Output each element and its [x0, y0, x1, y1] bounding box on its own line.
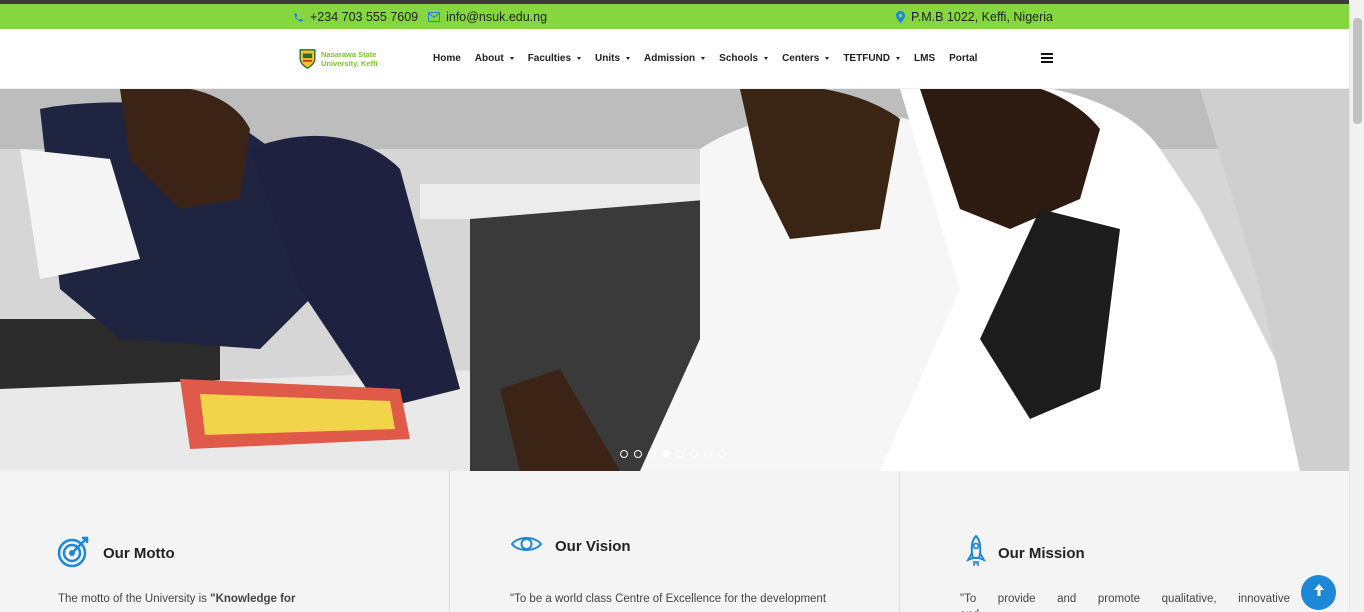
address-text: P.M.B 1022, Keffi, Nigeria — [911, 10, 1053, 24]
vision-heading: Our Vision — [510, 534, 631, 559]
caret-down-icon — [825, 57, 830, 60]
nav-item-label: Home — [433, 53, 461, 64]
phone-icon — [293, 12, 304, 23]
mission-heading: Our Mission — [965, 534, 1085, 573]
nav-item-label: Admission — [644, 53, 696, 64]
scrollbar-thumb[interactable] — [1353, 18, 1362, 124]
contact-info: +234 703 555 7609 info@nsuk.edu.ng — [293, 10, 547, 24]
slide-dot-8[interactable] — [718, 450, 726, 458]
envelope-icon — [428, 12, 441, 22]
caret-down-icon — [701, 57, 706, 60]
caret-down-icon — [509, 57, 514, 60]
slide-dot-1[interactable] — [620, 450, 628, 458]
nav-item-centers[interactable]: Centers — [782, 53, 830, 64]
nav-item-label: Schools — [719, 53, 759, 64]
back-to-top-button[interactable] — [1301, 575, 1336, 610]
nav-item-units[interactable]: Units — [595, 53, 631, 64]
arrow-up-icon — [1313, 583, 1325, 602]
slide-dot-6[interactable] — [690, 450, 698, 458]
nav-item-label: Portal — [949, 53, 978, 64]
nav-item-label: Units — [595, 53, 621, 64]
motto-title: Our Motto — [103, 545, 175, 562]
logo-line-2: University, Keffi — [321, 59, 378, 68]
nav-item-admission[interactable]: Admission — [644, 53, 706, 64]
nav-item-lms[interactable]: LMS — [914, 53, 935, 64]
hero-photo — [0, 89, 1349, 471]
email-address: info@nsuk.edu.ng — [446, 10, 548, 24]
email-item[interactable]: info@nsuk.edu.ng — [428, 10, 547, 24]
phone-number: +234 703 555 7609 — [310, 10, 419, 24]
slide-dot-2[interactable] — [634, 450, 642, 458]
motto-text: The motto of the University is "Knowledg… — [58, 591, 388, 607]
nav-item-label: TETFUND — [843, 53, 890, 64]
features-section: Our Motto The motto of the University is… — [0, 471, 1349, 612]
motto-text-prefix: The motto of the University is — [58, 593, 211, 605]
mission-text: "To provide and promote qualitative, inn… — [960, 593, 1290, 612]
slide-dot-3[interactable] — [648, 450, 656, 458]
motto-column: Our Motto The motto of the University is… — [0, 471, 449, 612]
slide-dot-5[interactable] — [676, 450, 684, 458]
nav-item-schools[interactable]: Schools — [719, 53, 769, 64]
nav-menu: Home About Faculties Units Admission Sch… — [433, 53, 991, 64]
crest-icon — [299, 49, 316, 69]
page: +234 703 555 7609 info@nsuk.edu.ng P.M.B… — [0, 0, 1364, 612]
map-pin-icon — [896, 11, 906, 23]
nav-item-home[interactable]: Home — [433, 53, 461, 64]
phone-item[interactable]: +234 703 555 7609 — [293, 10, 418, 24]
hamburger-menu-icon[interactable] — [1041, 53, 1053, 63]
nav-item-label: Centers — [782, 53, 820, 64]
caret-down-icon — [764, 57, 769, 60]
hero-slider — [0, 89, 1349, 471]
nav-item-label: About — [474, 53, 504, 64]
slide-dot-4[interactable] — [662, 450, 670, 458]
rocket-icon — [965, 534, 987, 573]
page-scrollbar[interactable] — [1349, 0, 1364, 612]
contact-bar: +234 703 555 7609 info@nsuk.edu.ng P.M.B… — [0, 4, 1349, 29]
eye-icon — [510, 534, 543, 559]
slide-dot-7[interactable] — [704, 450, 712, 458]
motto-text-bold: "Knowledge for — [210, 593, 296, 605]
motto-heading: Our Motto — [57, 534, 175, 573]
university-logo[interactable]: Nasarawa State University, Keffi — [298, 48, 378, 70]
caret-down-icon — [896, 57, 900, 60]
logo-line-1: Nasarawa State — [321, 50, 377, 59]
nav-item-label: LMS — [914, 53, 936, 64]
vision-column: Our Vision "To be a world class Centre o… — [449, 471, 899, 612]
address-item: P.M.B 1022, Keffi, Nigeria — [896, 10, 1053, 24]
logo-text: Nasarawa State University, Keffi — [321, 50, 378, 68]
nav-item-tetfund[interactable]: TETFUND — [843, 53, 900, 64]
target-icon — [57, 534, 91, 573]
main-navbar: Nasarawa State University, Keffi Home Ab… — [0, 29, 1349, 89]
caret-down-icon — [626, 57, 631, 60]
nav-item-portal[interactable]: Portal — [949, 53, 977, 64]
nav-item-label: Faculties — [527, 53, 572, 64]
mission-column: Our Mission "To provide and promote qual… — [899, 471, 1349, 612]
caret-down-icon — [577, 57, 582, 60]
vision-text: "To be a world class Centre of Excellenc… — [510, 593, 827, 605]
mission-title: Our Mission — [998, 545, 1085, 562]
nav-item-about[interactable]: About — [475, 53, 514, 64]
nav-item-faculties[interactable]: Faculties — [527, 53, 582, 64]
vision-title: Our Vision — [555, 538, 631, 555]
slider-pagination — [620, 450, 726, 458]
